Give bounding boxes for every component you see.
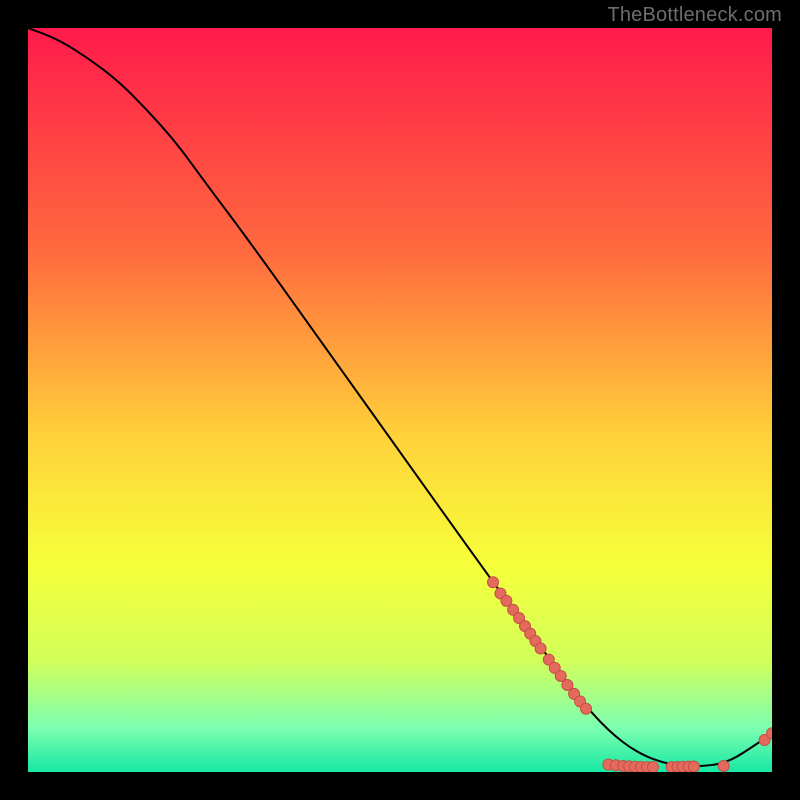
data-point — [581, 703, 592, 714]
data-point — [488, 577, 499, 588]
plot-area — [28, 28, 772, 772]
watermark-text: TheBottleneck.com — [607, 4, 782, 27]
data-point — [718, 761, 729, 772]
chart-root: TheBottleneck.com — [0, 0, 800, 800]
data-point — [688, 761, 699, 772]
data-point — [535, 643, 546, 654]
data-point — [647, 762, 658, 772]
gradient-background — [28, 28, 772, 772]
chart-svg — [28, 28, 772, 772]
